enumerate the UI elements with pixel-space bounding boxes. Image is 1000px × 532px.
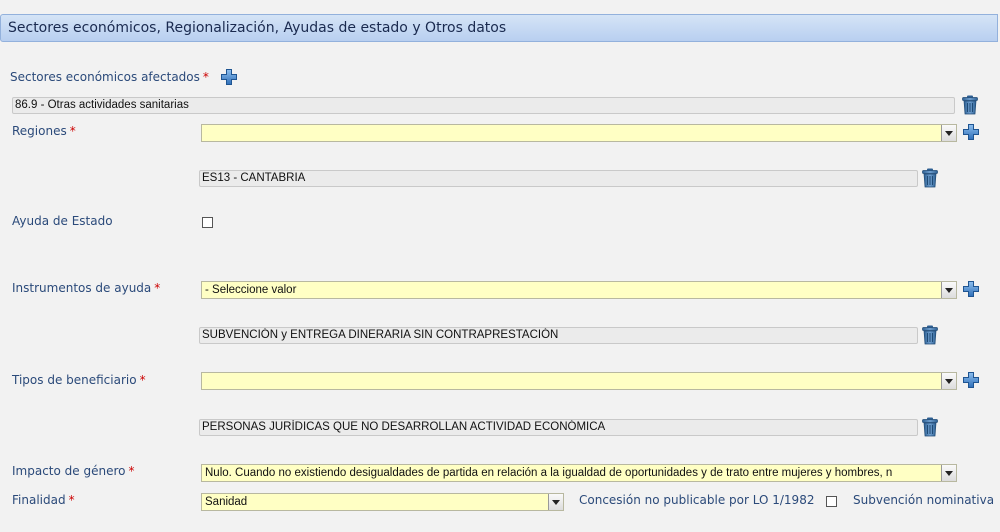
sectores-label: Sectores económicos afectados *: [10, 70, 209, 84]
instrumentos-label: Instrumentos de ayuda *: [12, 281, 161, 295]
section-header: Sectores económicos, Regionalización, Ay…: [0, 14, 998, 42]
finalidad-select[interactable]: Sanidad: [201, 493, 564, 511]
ayuda-estado-checkbox[interactable]: [202, 217, 213, 228]
regiones-label: Regiones *: [12, 124, 76, 138]
instrumento-item: SUBVENCIÓN y ENTREGA DINERARIA SIN CONTR…: [199, 327, 918, 344]
concesion-label: Concesión no publicable por LO 1/1982: [579, 493, 815, 507]
trash-icon[interactable]: [921, 417, 939, 437]
trash-icon[interactable]: [921, 168, 939, 188]
trash-icon[interactable]: [921, 325, 939, 345]
instrumentos-select[interactable]: - Seleccione valor: [201, 281, 957, 299]
plus-icon[interactable]: [962, 280, 980, 298]
ayuda-estado-label: Ayuda de Estado: [12, 214, 113, 228]
plus-icon[interactable]: [220, 68, 238, 86]
required-mark: *: [69, 124, 76, 138]
required-mark: *: [128, 464, 135, 478]
section-title: Sectores económicos, Regionalización, Ay…: [8, 20, 507, 36]
beneficiario-item: PERSONAS JURÍDICAS QUE NO DESARROLLAN AC…: [199, 419, 918, 436]
impacto-genero-label: Impacto de género *: [12, 464, 135, 478]
tipos-beneficiario-select[interactable]: [201, 372, 957, 390]
subvencion-nominativa-label: Subvención nominativa: [853, 493, 995, 507]
required-mark: *: [154, 281, 161, 295]
sector-item: 86.9 - Otras actividades sanitarias: [12, 97, 955, 114]
finalidad-label: Finalidad *: [12, 493, 75, 507]
required-mark: *: [202, 70, 209, 84]
plus-icon[interactable]: [962, 123, 980, 141]
regiones-select[interactable]: [201, 124, 957, 142]
required-mark: *: [68, 493, 75, 507]
concesion-checkbox[interactable]: [826, 496, 837, 507]
plus-icon[interactable]: [962, 371, 980, 389]
chevron-down-icon[interactable]: [941, 282, 956, 298]
region-item: ES13 - CANTABRIA: [199, 170, 918, 187]
trash-icon[interactable]: [961, 95, 979, 115]
impacto-genero-select[interactable]: Nulo. Cuando no existiendo desigualdades…: [201, 464, 957, 482]
chevron-down-icon[interactable]: [941, 465, 956, 481]
chevron-down-icon[interactable]: [941, 373, 956, 389]
chevron-down-icon[interactable]: [548, 494, 563, 510]
tipos-beneficiario-label: Tipos de beneficiario *: [12, 373, 146, 387]
required-mark: *: [139, 373, 146, 387]
chevron-down-icon[interactable]: [941, 125, 956, 141]
